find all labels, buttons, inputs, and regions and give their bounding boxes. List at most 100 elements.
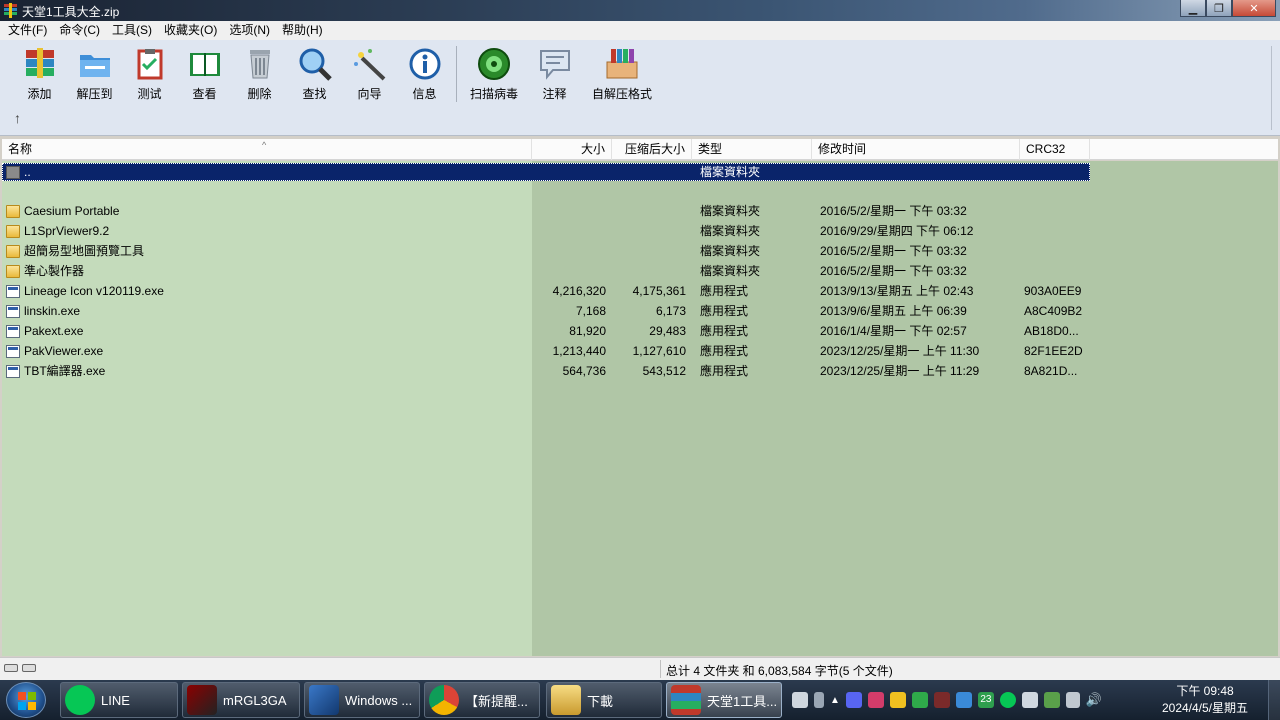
key-icon[interactable] <box>22 664 36 672</box>
taskbar-line[interactable]: LINE <box>60 682 178 718</box>
clock-date: 2024/4/5/星期五 <box>1161 701 1249 715</box>
file-size: 4,216,320 <box>552 284 606 298</box>
tray-expand-icon[interactable]: ▲ <box>830 695 840 706</box>
comment-button[interactable]: 注释 <box>527 46 582 102</box>
file-row[interactable]: TBT編譯器.exe 564,736 543,512 應用程式 2023/12/25/星… <box>2 361 1090 381</box>
find-button[interactable]: 查找 <box>287 46 342 102</box>
folder-icon <box>6 264 20 278</box>
file-modified: 2013/9/13/星期五 上午 02:43 <box>820 284 974 298</box>
start-button[interactable] <box>6 682 46 718</box>
file-packed-size <box>612 241 692 261</box>
close-button[interactable]: ✕ <box>1232 0 1276 17</box>
file-name: 準心製作器 <box>24 264 85 278</box>
info-button[interactable]: 信息 <box>397 46 452 102</box>
extract-to-button[interactable]: 解压到 <box>67 46 122 102</box>
status-divider <box>660 660 661 678</box>
file-modified <box>812 163 1020 181</box>
column-size[interactable]: 大小 <box>532 139 612 160</box>
network-app-icon[interactable] <box>1043 692 1060 708</box>
file-row[interactable]: linskin.exe 7,168 6,173 應用程式 2013/9/6/星期五 上午… <box>2 301 1090 321</box>
file-row[interactable]: Lineage Icon v120119.exe 4,216,320 4,175,3… <box>2 281 1090 301</box>
virus-scan-button[interactable]: 扫描病毒 <box>461 46 527 102</box>
folder-icon <box>6 224 20 238</box>
taskbar-winrar[interactable]: 天堂1工具... <box>666 682 782 718</box>
file-size: 7,168 <box>575 304 606 318</box>
update-icon[interactable] <box>911 692 928 708</box>
file-row[interactable]: Caesium Portable 檔案資料夾 2016/5/2/星期一 下午 03:… <box>2 201 1090 221</box>
file-modified: 2023/12/25/星期一 上午 11:30 <box>820 344 980 358</box>
file-list[interactable]: .. 檔案資料夾 Caesium Portable 檔案資料夾 2016/5/2/星期一… <box>2 161 1278 656</box>
file-size <box>532 201 612 221</box>
taskbar-windows-xp[interactable]: Windows ... <box>304 682 420 718</box>
calendar-icon[interactable]: 23 <box>977 692 994 708</box>
cloud-icon[interactable] <box>955 692 972 708</box>
add-button[interactable]: 添加 <box>12 46 67 102</box>
menu-options[interactable]: 选项(N) <box>223 21 276 40</box>
file-row[interactable]: PakViewer.exe 1,213,440 1,127,610 應用程式 2023/… <box>2 341 1090 361</box>
taskbar-chrome[interactable]: 【新提醒... <box>424 682 540 718</box>
file-type: 應用程式 <box>700 364 749 378</box>
file-name: .. <box>24 165 31 179</box>
discord-icon[interactable] <box>845 692 862 708</box>
file-modified: 2016/9/29/星期四 下午 06:12 <box>820 224 974 238</box>
pen-icon[interactable] <box>814 692 824 708</box>
book-icon <box>189 53 220 76</box>
show-desktop-button[interactable] <box>1268 680 1280 720</box>
app-tray-icon[interactable] <box>867 692 884 708</box>
menu-commands[interactable]: 命令(C) <box>53 21 106 40</box>
line-tray-icon[interactable] <box>999 692 1016 708</box>
file-row[interactable]: 超簡易型地圖預覽工具 檔案資料夾 2016/5/2/星期一 下午 03:32 <box>2 241 1090 261</box>
minimize-button[interactable]: ▁ <box>1180 0 1206 17</box>
file-type: 應用程式 <box>700 324 749 338</box>
menu-favorites[interactable]: 收藏夹(O) <box>158 21 223 40</box>
up-one-level-icon[interactable]: ↑ <box>14 110 21 126</box>
file-type: 應用程式 <box>700 344 749 358</box>
wizard-button[interactable]: 向导 <box>342 46 397 102</box>
file-type: 檔案資料夾 <box>700 204 761 218</box>
file-name-cell: PakViewer.exe <box>2 341 532 361</box>
windows-xp-icon <box>309 685 339 715</box>
file-crc32: 82F1EE2D <box>1024 344 1083 358</box>
view-button[interactable]: 查看 <box>177 46 232 102</box>
taskbar-mrgl3ga[interactable]: mRGL3GA <box>182 682 300 718</box>
file-row[interactable]: Pakext.exe 81,920 29,483 應用程式 2016/1/4/星期一 下… <box>2 321 1090 341</box>
file-name: linskin.exe <box>24 304 81 318</box>
file-row[interactable]: L1SprViewer9.2 檔案資料夾 2016/9/29/星期四 下午 06:1… <box>2 221 1090 241</box>
taskbar-downloads[interactable]: 下載 <box>546 682 662 718</box>
game-icon[interactable] <box>933 692 950 708</box>
column-type[interactable]: 类型 <box>692 139 812 160</box>
sfx-button[interactable]: 自解压格式 <box>582 46 662 102</box>
maximize-button[interactable]: ❐ <box>1206 0 1232 17</box>
file-name-cell: 超簡易型地圖預覽工具 <box>2 241 532 261</box>
menu-file[interactable]: 文件(F) <box>2 21 53 40</box>
test-button[interactable]: 测试 <box>122 46 177 102</box>
folder-icon <box>551 685 581 715</box>
magnifier-icon <box>299 48 332 81</box>
column-crc32[interactable]: CRC32 <box>1020 139 1090 160</box>
menu-tools[interactable]: 工具(S) <box>106 21 158 40</box>
virus-scan-icon <box>478 48 510 80</box>
usb-icon[interactable] <box>1021 692 1038 708</box>
lock-icon[interactable] <box>889 692 906 708</box>
volume-icon[interactable]: 🔊 <box>1086 692 1102 708</box>
file-crc32 <box>1020 163 1090 181</box>
file-name: Lineage Icon v120119.exe <box>24 284 164 298</box>
file-row-selected[interactable]: .. 檔案資料夾 <box>2 163 1090 181</box>
exe-icon <box>6 284 20 298</box>
file-row[interactable]: 準心製作器 檔案資料夾 2016/5/2/星期一 下午 03:32 <box>2 261 1090 281</box>
clock[interactable]: 下午 09:48 2024/4/5/星期五 <box>1150 683 1260 717</box>
drive-icon[interactable] <box>4 664 18 672</box>
keyboard-icon[interactable] <box>792 692 808 708</box>
clock-time: 下午 09:48 <box>1176 684 1234 698</box>
menu-help[interactable]: 帮助(H) <box>276 21 329 40</box>
delete-button[interactable]: 删除 <box>232 46 287 102</box>
title-bar[interactable]: 天堂1工具大全.zip ▁ ❐ ✕ <box>0 0 1280 21</box>
file-name: L1SprViewer9.2 <box>24 224 110 238</box>
winrar-icon <box>671 685 701 715</box>
column-name[interactable]: 名称 ^ <box>2 139 532 160</box>
up-folder-icon <box>6 165 20 179</box>
column-packed-size[interactable]: 压缩后大小 <box>612 139 692 160</box>
sort-ascending-icon: ^ <box>262 140 267 150</box>
network-icon[interactable] <box>1065 692 1080 708</box>
column-modified[interactable]: 修改时间 <box>812 139 1020 160</box>
